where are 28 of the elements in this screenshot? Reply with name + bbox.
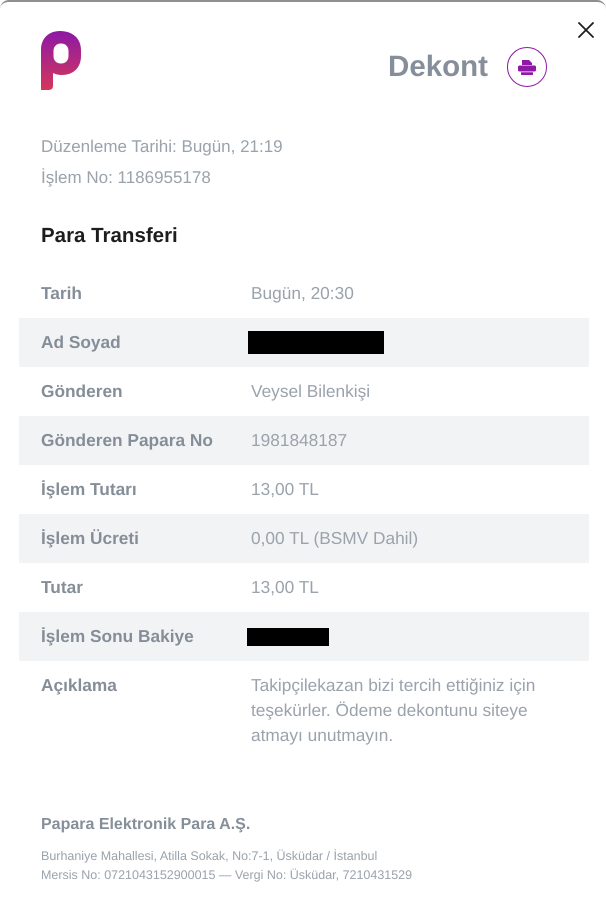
row-label: Gönderen Papara No bbox=[41, 429, 213, 452]
row-label: Ad Soyad bbox=[41, 331, 121, 354]
row-label: Tarih bbox=[41, 282, 82, 305]
print-button[interactable] bbox=[507, 47, 547, 87]
company-name: Papara Elektronik Para A.Ş. bbox=[41, 815, 250, 835]
close-icon bbox=[578, 22, 594, 38]
row-value: 1981848187 bbox=[251, 429, 348, 452]
row-label: İşlem Ücreti bbox=[41, 527, 139, 550]
receipt-title: Dekont bbox=[388, 49, 488, 85]
row-label: İşlem Sonu Bakiye bbox=[41, 625, 194, 648]
logo bbox=[41, 31, 81, 90]
row-label: Gönderen bbox=[41, 380, 123, 403]
section-title: Para Transferi bbox=[41, 223, 178, 249]
meta-text: Düzenleme Tarihi: Bugün, 21:19 bbox=[41, 136, 283, 158]
row-label: Tutar bbox=[41, 576, 83, 599]
row-value: 0,00 TL (BSMV Dahil) bbox=[251, 527, 418, 550]
row-value: Veysel Bilenkişi bbox=[251, 380, 370, 403]
row-label: İşlem Tutarı bbox=[41, 478, 137, 501]
close-button[interactable] bbox=[576, 20, 596, 40]
print-icon bbox=[518, 60, 536, 74]
meta-text: İşlem No: 1186955178 bbox=[41, 167, 211, 189]
row-value: Takipçilekazan bizi tercih ettiğiniz için teşekürler. Ödeme dekontunu siteye atmayı unutmayın. bbox=[251, 674, 536, 747]
row-value: Bugün, 20:30 bbox=[251, 282, 354, 305]
company-address: Mersis No: 0721043152900015 — Vergi No: Üsküdar, 7210431529 bbox=[41, 867, 412, 884]
row-label: Açıklama bbox=[41, 674, 117, 697]
row-value: 13,00 TL bbox=[251, 576, 319, 599]
row-value: 13,00 TL bbox=[251, 478, 319, 501]
company-address: Burhaniye Mahallesi, Atilla Sokak, No:7-1, Üsküdar / İstanbul bbox=[41, 848, 378, 865]
